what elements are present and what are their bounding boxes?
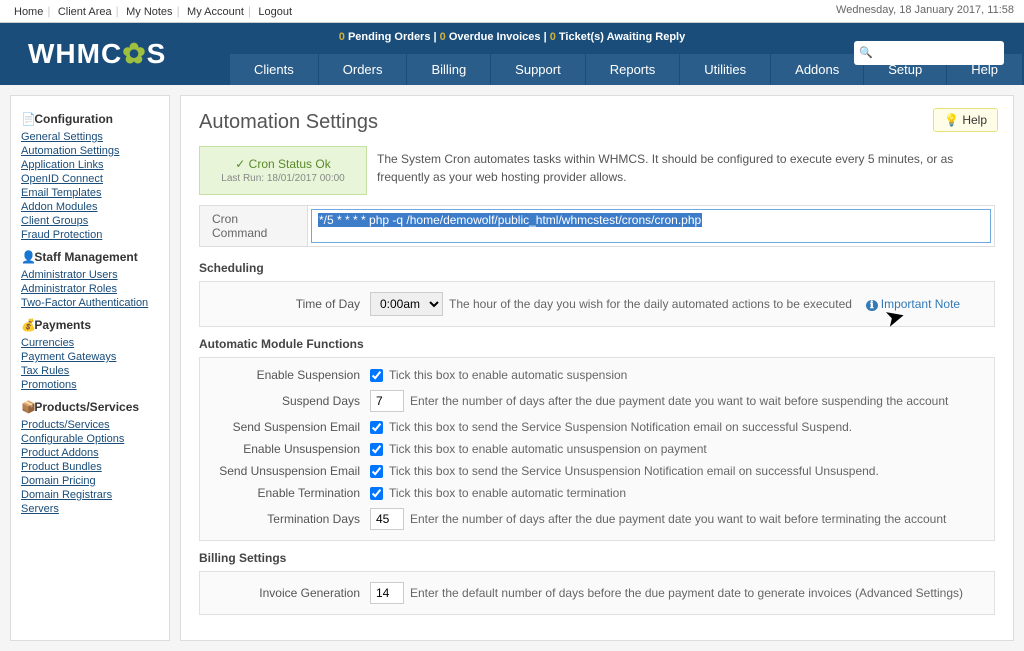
sidebar-item[interactable]: Fraud Protection — [21, 228, 159, 242]
unsuspension-email-checkbox[interactable] — [370, 465, 383, 478]
logo: WHMC✿S — [28, 37, 166, 70]
important-note-link[interactable]: Important Note — [866, 297, 960, 311]
sidebar-item[interactable]: OpenID Connect — [21, 172, 159, 186]
enable-termination-checkbox[interactable] — [370, 487, 383, 500]
auto-panel: Enable Suspension Tick this box to enabl… — [199, 357, 995, 541]
datetime: Wednesday, 18 January 2017, 11:58 — [836, 4, 1014, 18]
sidebar-item[interactable]: Email Templates — [21, 186, 159, 200]
enable-termination-desc: Tick this box to enable automatic termin… — [389, 486, 626, 500]
sidebar-products-header: 📦 Products/Services — [21, 400, 159, 414]
enable-suspension-checkbox[interactable] — [370, 369, 383, 382]
suspend-days-label: Suspend Days — [210, 394, 370, 408]
invoice-gen-input[interactable] — [370, 582, 404, 604]
nav-support[interactable]: Support — [491, 54, 586, 85]
timeofday-select[interactable]: 0:00am — [370, 292, 443, 316]
nav-orders[interactable]: Orders — [319, 54, 408, 85]
timeofday-desc: The hour of the day you wish for the dai… — [449, 297, 852, 311]
gear-icon: ✿ — [122, 37, 146, 70]
cron-command-label: Cron Command — [200, 206, 308, 246]
termination-days-label: Termination Days — [210, 512, 370, 526]
sidebar-item[interactable]: Payment Gateways — [21, 350, 159, 364]
suspension-email-label: Send Suspension Email — [210, 420, 370, 434]
termination-days-input[interactable] — [370, 508, 404, 530]
sidebar-item[interactable]: Client Groups — [21, 214, 159, 228]
invoice-gen-label: Invoice Generation — [210, 586, 370, 600]
suspension-email-checkbox[interactable] — [370, 421, 383, 434]
sidebar-item[interactable]: Promotions — [21, 378, 159, 392]
search-icon: 🔍 — [859, 46, 873, 59]
sidebar: 📄 Configuration General Settings Automat… — [10, 95, 170, 641]
suspension-email-desc: Tick this box to send the Service Suspen… — [389, 420, 852, 434]
sidebar-staff-header: 👤 Staff Management — [21, 250, 159, 264]
automatic-functions-header: Automatic Module Functions — [199, 337, 995, 351]
status-summary: 0 Pending Orders | 0 Overdue Invoices | … — [339, 31, 685, 43]
billing-panel: Invoice Generation Enter the default num… — [199, 571, 995, 615]
enable-termination-label: Enable Termination — [210, 486, 370, 500]
enable-suspension-desc: Tick this box to enable automatic suspen… — [389, 368, 627, 382]
timeofday-label: Time of Day — [210, 297, 370, 311]
termination-days-desc: Enter the number of days after the due p… — [410, 512, 946, 526]
help-button[interactable]: 💡 Help — [933, 108, 998, 132]
sidebar-item[interactable]: Product Bundles — [21, 460, 159, 474]
cron-lastrun: Last Run: 18/01/2017 00:00 — [216, 173, 350, 184]
sidebar-item[interactable]: Tax Rules — [21, 364, 159, 378]
unsuspension-email-desc: Tick this box to send the Service Unsusp… — [389, 464, 879, 478]
sidebar-item[interactable]: Products/Services — [21, 418, 159, 432]
cron-command-row: Cron Command */5 * * * * php -q /home/de… — [199, 205, 995, 247]
sidebar-item[interactable]: General Settings — [21, 130, 159, 144]
enable-unsuspension-label: Enable Unsuspension — [210, 442, 370, 456]
nav-reports[interactable]: Reports — [586, 54, 681, 85]
sidebar-item[interactable]: Servers — [21, 502, 159, 516]
search-input[interactable] — [854, 41, 1004, 65]
nav-billing[interactable]: Billing — [407, 54, 491, 85]
enable-suspension-label: Enable Suspension — [210, 368, 370, 382]
sidebar-item[interactable]: Domain Pricing — [21, 474, 159, 488]
cron-command-input[interactable]: */5 * * * * php -q /home/demowolf/public… — [311, 209, 991, 243]
nav-utilities[interactable]: Utilities — [680, 54, 771, 85]
sidebar-item[interactable]: Two-Factor Authentication — [21, 296, 159, 310]
sidebar-item[interactable]: Domain Registrars — [21, 488, 159, 502]
topnav-clientarea[interactable]: Client Area — [54, 6, 116, 18]
sidebar-item[interactable]: Application Links — [21, 158, 159, 172]
topnav-myaccount[interactable]: My Account — [183, 6, 248, 18]
sidebar-item[interactable]: Administrator Roles — [21, 282, 159, 296]
suspend-days-desc: Enter the number of days after the due p… — [410, 394, 948, 408]
billing-settings-header: Billing Settings — [199, 551, 995, 565]
sidebar-item[interactable]: Administrator Users — [21, 268, 159, 282]
sidebar-item[interactable]: Configurable Options — [21, 432, 159, 446]
sidebar-item[interactable]: Currencies — [21, 336, 159, 350]
topnav-logout[interactable]: Logout — [254, 6, 296, 18]
enable-unsuspension-desc: Tick this box to enable automatic unsusp… — [389, 442, 707, 456]
topnav-mynotes[interactable]: My Notes — [122, 6, 176, 18]
page-title: Automation Settings — [199, 111, 995, 134]
intro-text: The System Cron automates tasks within W… — [377, 146, 995, 195]
topbar: Home| Client Area| My Notes| My Account|… — [0, 0, 1024, 23]
cron-status-ok: ✓ Cron Status Ok — [216, 157, 350, 171]
main-content: Automation Settings 💡 Help ✓ Cron Status… — [180, 95, 1014, 641]
nav-addons[interactable]: Addons — [771, 54, 864, 85]
sidebar-item[interactable]: Addon Modules — [21, 200, 159, 214]
invoice-gen-desc: Enter the default number of days before … — [410, 586, 963, 600]
sidebar-payments-header: 💰 Payments — [21, 318, 159, 332]
search-box: 🔍 — [854, 41, 1004, 65]
topnav-home[interactable]: Home — [10, 6, 47, 18]
suspend-days-input[interactable] — [370, 390, 404, 412]
sidebar-item[interactable]: Automation Settings — [21, 144, 159, 158]
cron-status-box: ✓ Cron Status Ok Last Run: 18/01/2017 00… — [199, 146, 367, 195]
nav-clients[interactable]: Clients — [230, 54, 319, 85]
scheduling-header: Scheduling — [199, 261, 995, 275]
sidebar-item[interactable]: Product Addons — [21, 446, 159, 460]
sidebar-config-header: 📄 Configuration — [21, 112, 159, 126]
enable-unsuspension-checkbox[interactable] — [370, 443, 383, 456]
header: WHMC✿S 0 Pending Orders | 0 Overdue Invo… — [0, 23, 1024, 85]
scheduling-panel: Time of Day 0:00am The hour of the day y… — [199, 281, 995, 327]
unsuspension-email-label: Send Unsuspension Email — [210, 464, 370, 478]
